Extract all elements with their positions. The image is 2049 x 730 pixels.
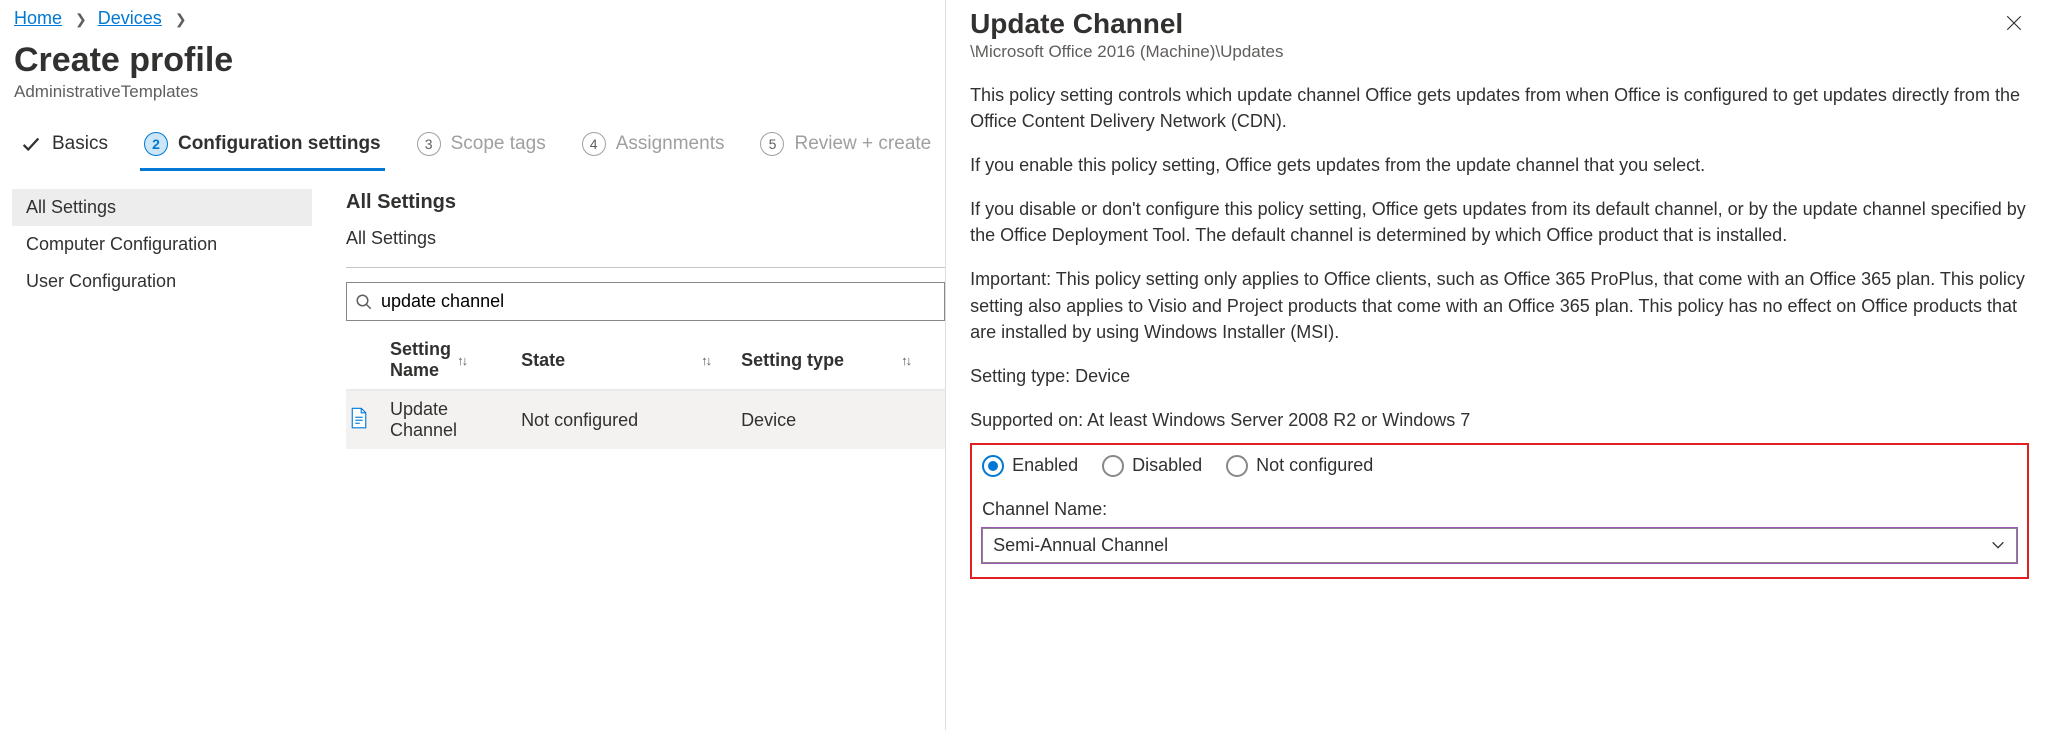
sidebar-item-user-configuration[interactable]: User Configuration bbox=[12, 263, 312, 300]
table-row[interactable]: Update Channel Not configured Device bbox=[346, 391, 945, 449]
settings-subheading: All Settings bbox=[346, 228, 945, 249]
check-icon bbox=[20, 133, 42, 155]
radio-enabled[interactable]: Enabled bbox=[982, 455, 1078, 477]
step-basics[interactable]: Basics bbox=[16, 125, 112, 169]
panel-description-4: Important: This policy setting only appl… bbox=[970, 266, 2029, 344]
page-title: Create profile bbox=[14, 41, 945, 80]
sidebar-item-computer-configuration[interactable]: Computer Configuration bbox=[12, 226, 312, 263]
panel-title: Update Channel bbox=[970, 8, 1283, 40]
settings-heading: All Settings bbox=[346, 191, 945, 214]
col-setting-type[interactable]: Setting type bbox=[741, 350, 901, 371]
chevron-right-icon: ❯ bbox=[175, 11, 187, 27]
settings-table-header: Setting Name ↑↓ State ↑↓ Setting type ↑↓ bbox=[346, 331, 945, 391]
close-icon bbox=[2005, 14, 2023, 32]
search-box[interactable] bbox=[346, 282, 945, 321]
sort-icon[interactable]: ↑↓ bbox=[701, 353, 741, 368]
row-state: Not configured bbox=[521, 410, 701, 431]
step-scope-tags[interactable]: 3 Scope tags bbox=[413, 124, 550, 170]
sort-icon[interactable]: ↑↓ bbox=[901, 353, 941, 368]
breadcrumb: Home ❯ Devices ❯ bbox=[12, 0, 945, 37]
breadcrumb-home[interactable]: Home bbox=[14, 8, 62, 28]
chevron-right-icon: ❯ bbox=[75, 11, 87, 27]
settings-sidebar: All Settings Computer Configuration User… bbox=[12, 189, 312, 449]
panel-supported-on: Supported on: At least Windows Server 20… bbox=[970, 407, 2029, 433]
policy-state-radiogroup: Enabled Disabled Not configured bbox=[982, 455, 2017, 477]
radio-disabled[interactable]: Disabled bbox=[1102, 455, 1202, 477]
row-setting-type: Device bbox=[741, 410, 901, 431]
chevron-down-icon bbox=[1990, 537, 2006, 553]
wizard-steps: Basics 2 Configuration settings 3 Scope … bbox=[12, 124, 945, 171]
page-subtitle: AdministrativeTemplates bbox=[14, 82, 945, 102]
document-icon bbox=[350, 407, 390, 434]
radio-notconf-label: Not configured bbox=[1256, 455, 1373, 476]
panel-description-1: This policy setting controls which updat… bbox=[970, 82, 2029, 134]
sidebar-item-all-settings[interactable]: All Settings bbox=[12, 189, 312, 226]
policy-controls-highlight: Enabled Disabled Not configured Channel … bbox=[970, 443, 2029, 579]
step-config-label: Configuration settings bbox=[178, 133, 381, 155]
step-assign-label: Assignments bbox=[616, 133, 725, 155]
radio-disabled-label: Disabled bbox=[1132, 455, 1202, 476]
breadcrumb-devices[interactable]: Devices bbox=[98, 8, 162, 28]
step-assignments[interactable]: 4 Assignments bbox=[578, 124, 729, 170]
search-icon bbox=[355, 293, 373, 311]
step-badge-3: 3 bbox=[417, 132, 441, 156]
step-badge-2: 2 bbox=[144, 132, 168, 156]
col-state[interactable]: State bbox=[521, 350, 701, 371]
panel-subtitle: \Microsoft Office 2016 (Machine)\Updates bbox=[970, 42, 1283, 62]
panel-description-2: If you enable this policy setting, Offic… bbox=[970, 152, 2029, 178]
panel-setting-type: Setting type: Device bbox=[970, 363, 2029, 389]
sort-icon[interactable]: ↑↓ bbox=[457, 353, 521, 368]
step-configuration-settings[interactable]: 2 Configuration settings bbox=[140, 124, 385, 170]
close-button[interactable] bbox=[1999, 8, 2029, 43]
radio-not-configured[interactable]: Not configured bbox=[1226, 455, 1373, 477]
channel-name-label: Channel Name: bbox=[982, 499, 2017, 520]
step-basics-label: Basics bbox=[52, 133, 108, 155]
step-scope-label: Scope tags bbox=[451, 133, 546, 155]
col-setting-name[interactable]: Setting Name bbox=[390, 339, 457, 381]
search-input[interactable] bbox=[381, 287, 936, 316]
step-review-label: Review + create bbox=[794, 133, 931, 155]
panel-description-3: If you disable or don't configure this p… bbox=[970, 196, 2029, 248]
step-badge-4: 4 bbox=[582, 132, 606, 156]
step-review-create[interactable]: 5 Review + create bbox=[756, 124, 935, 170]
channel-name-select[interactable]: Semi-Annual Channel bbox=[982, 528, 2017, 563]
row-setting-name: Update Channel bbox=[390, 399, 457, 441]
details-panel: Update Channel \Microsoft Office 2016 (M… bbox=[945, 0, 2049, 730]
divider bbox=[346, 267, 945, 268]
step-badge-5: 5 bbox=[760, 132, 784, 156]
channel-name-value: Semi-Annual Channel bbox=[993, 535, 1168, 556]
radio-enabled-label: Enabled bbox=[1012, 455, 1078, 476]
